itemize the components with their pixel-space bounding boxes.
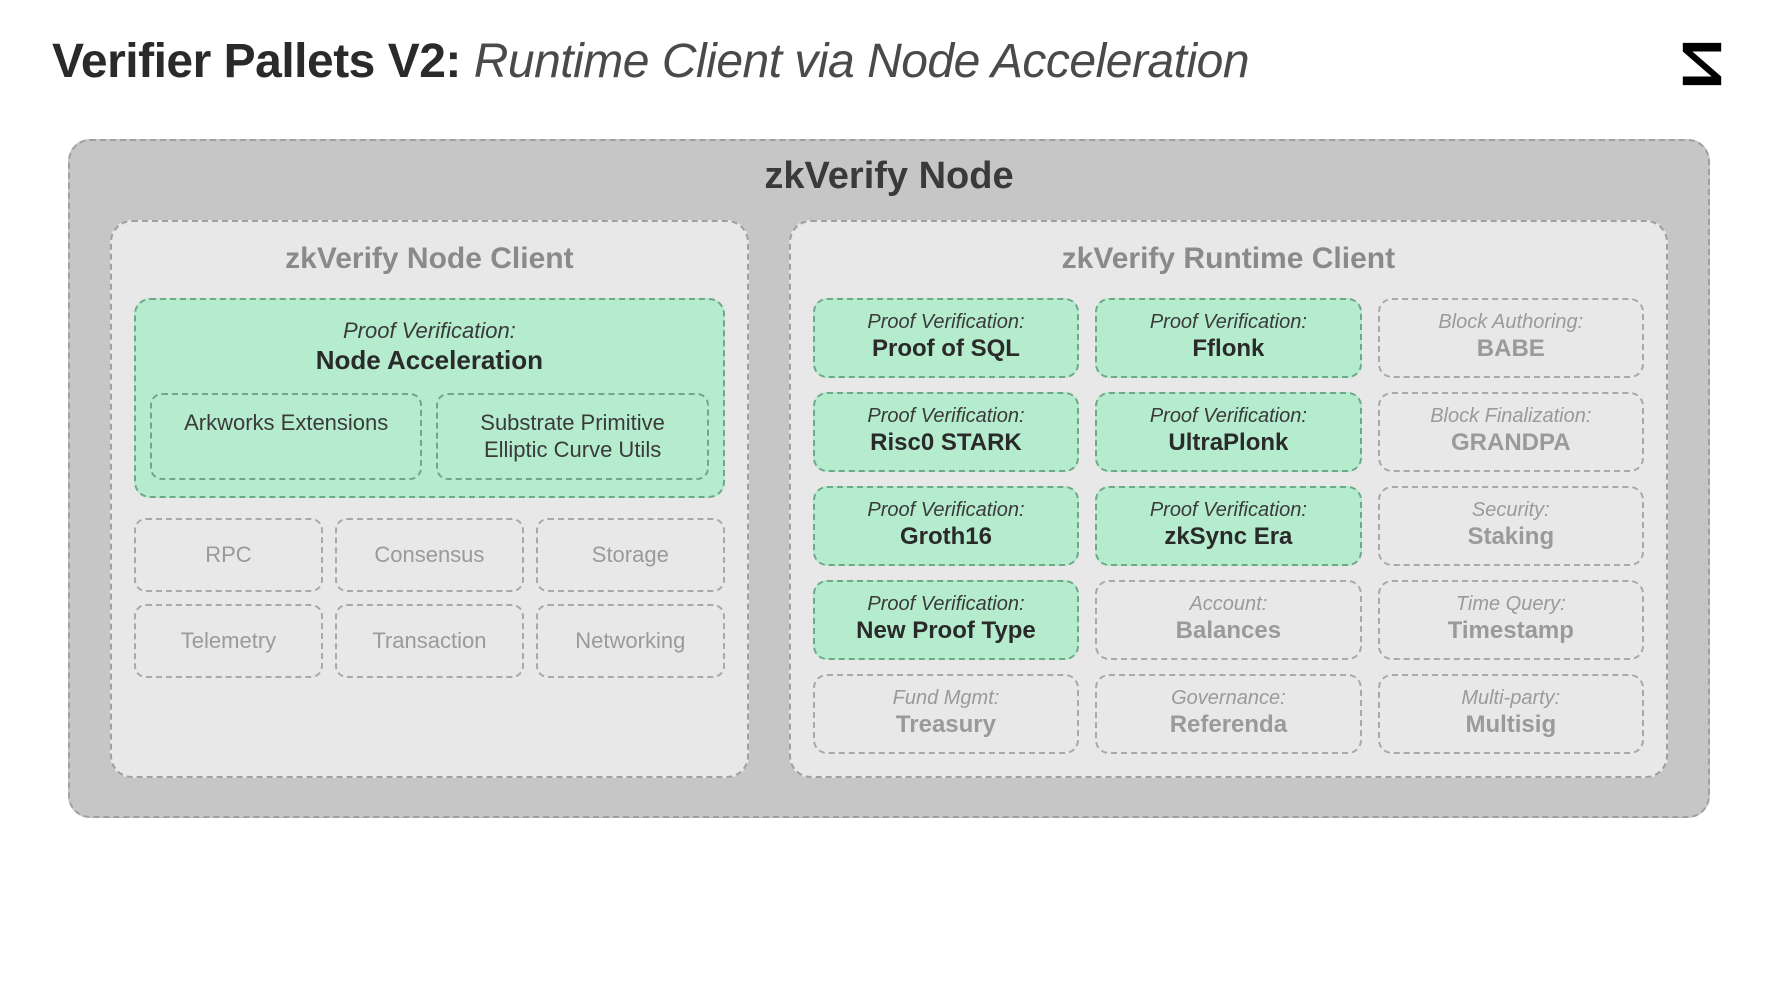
rpc-cell: RPC	[134, 518, 323, 592]
runtime-cell-main: Risc0 STARK	[823, 428, 1069, 458]
runtime-cell-pre: Proof Verification:	[823, 404, 1069, 428]
storage-cell: Storage	[536, 518, 725, 592]
zkverify-node-panel: zkVerify Node zkVerify Node Client Proof…	[68, 139, 1710, 818]
runtime-cell: Account:Balances	[1095, 580, 1361, 660]
runtime-cell: Fund Mgmt:Treasury	[813, 674, 1079, 754]
runtime-cell-pre: Proof Verification:	[1105, 498, 1351, 522]
hourglass-logo-icon	[1678, 40, 1726, 88]
runtime-cell-main: Fflonk	[1105, 334, 1351, 364]
runtime-cell-main: UltraPlonk	[1105, 428, 1351, 458]
runtime-cell: Block Finalization:GRANDPA	[1378, 392, 1644, 472]
runtime-client-title: zkVerify Runtime Client	[813, 242, 1644, 276]
node-client-title: zkVerify Node Client	[134, 242, 725, 276]
runtime-cell-pre: Proof Verification:	[823, 498, 1069, 522]
runtime-cell: Proof Verification:zkSync Era	[1095, 486, 1361, 566]
runtime-cell-main: Timestamp	[1388, 616, 1634, 646]
columns: zkVerify Node Client Proof Verification:…	[110, 220, 1668, 778]
node-acceleration-subs: Arkworks Extensions Substrate Primitive …	[150, 393, 709, 480]
runtime-cell: Governance:Referenda	[1095, 674, 1361, 754]
runtime-cell: Time Query:Timestamp	[1378, 580, 1644, 660]
node-acceleration-block: Proof Verification: Node Acceleration Ar…	[134, 298, 725, 498]
runtime-cell-pre: Proof Verification:	[1105, 404, 1351, 428]
runtime-cell-pre: Proof Verification:	[823, 310, 1069, 334]
substrate-primitive-utils: Substrate Primitive Elliptic Curve Utils	[436, 393, 708, 480]
runtime-cell-pre: Governance:	[1105, 686, 1351, 710]
title-bold: Verifier Pallets V2:	[52, 35, 461, 88]
runtime-cell-main: New Proof Type	[823, 616, 1069, 646]
networking-cell: Networking	[536, 604, 725, 678]
runtime-cell-main: Proof of SQL	[823, 334, 1069, 364]
transaction-cell: Transaction	[335, 604, 524, 678]
runtime-cell-main: Referenda	[1105, 710, 1351, 740]
runtime-cell-pre: Block Authoring:	[1388, 310, 1634, 334]
runtime-cell: Proof Verification:Groth16	[813, 486, 1079, 566]
telemetry-cell: Telemetry	[134, 604, 323, 678]
runtime-cell-main: Staking	[1388, 522, 1634, 552]
node-acceleration-head: Proof Verification: Node Acceleration	[150, 318, 709, 377]
runtime-cell-pre: Proof Verification:	[1105, 310, 1351, 334]
node-client-grey-grid: RPC Consensus Storage Telemetry Transact…	[134, 518, 725, 678]
runtime-cell-main: Balances	[1105, 616, 1351, 646]
runtime-cell-main: Groth16	[823, 522, 1069, 552]
runtime-cell-main: GRANDPA	[1388, 428, 1634, 458]
header: Verifier Pallets V2: Runtime Client via …	[52, 34, 1726, 89]
runtime-cell-pre: Time Query:	[1388, 592, 1634, 616]
runtime-client-panel: zkVerify Runtime Client Proof Verificati…	[789, 220, 1668, 778]
runtime-cell: Block Authoring:BABE	[1378, 298, 1644, 378]
runtime-cell-pre: Block Finalization:	[1388, 404, 1634, 428]
runtime-cell: Proof Verification:UltraPlonk	[1095, 392, 1361, 472]
runtime-cell-pre: Proof Verification:	[823, 592, 1069, 616]
runtime-cell-main: zkSync Era	[1105, 522, 1351, 552]
runtime-cell-main: BABE	[1388, 334, 1634, 364]
node-acceleration-main: Node Acceleration	[150, 344, 709, 377]
runtime-cell: Multi-party:Multisig	[1378, 674, 1644, 754]
runtime-cell: Security:Staking	[1378, 486, 1644, 566]
runtime-cell-pre: Multi-party:	[1388, 686, 1634, 710]
runtime-cell-main: Treasury	[823, 710, 1069, 740]
arkworks-extensions: Arkworks Extensions	[150, 393, 422, 480]
consensus-cell: Consensus	[335, 518, 524, 592]
page-title: Verifier Pallets V2: Runtime Client via …	[52, 34, 1249, 89]
runtime-cell-pre: Security:	[1388, 498, 1634, 522]
title-italic: Runtime Client via Node Acceleration	[474, 35, 1249, 88]
runtime-grid: Proof Verification:Proof of SQLProof Ver…	[813, 298, 1644, 754]
runtime-cell-main: Multisig	[1388, 710, 1634, 740]
node-client-panel: zkVerify Node Client Proof Verification:…	[110, 220, 749, 778]
runtime-cell: Proof Verification:Proof of SQL	[813, 298, 1079, 378]
runtime-cell-pre: Account:	[1105, 592, 1351, 616]
runtime-cell: Proof Verification:Risc0 STARK	[813, 392, 1079, 472]
node-acceleration-pre: Proof Verification:	[150, 318, 709, 344]
runtime-cell: Proof Verification:Fflonk	[1095, 298, 1361, 378]
runtime-cell-pre: Fund Mgmt:	[823, 686, 1069, 710]
runtime-cell: Proof Verification:New Proof Type	[813, 580, 1079, 660]
zkverify-node-title: zkVerify Node	[110, 155, 1668, 198]
